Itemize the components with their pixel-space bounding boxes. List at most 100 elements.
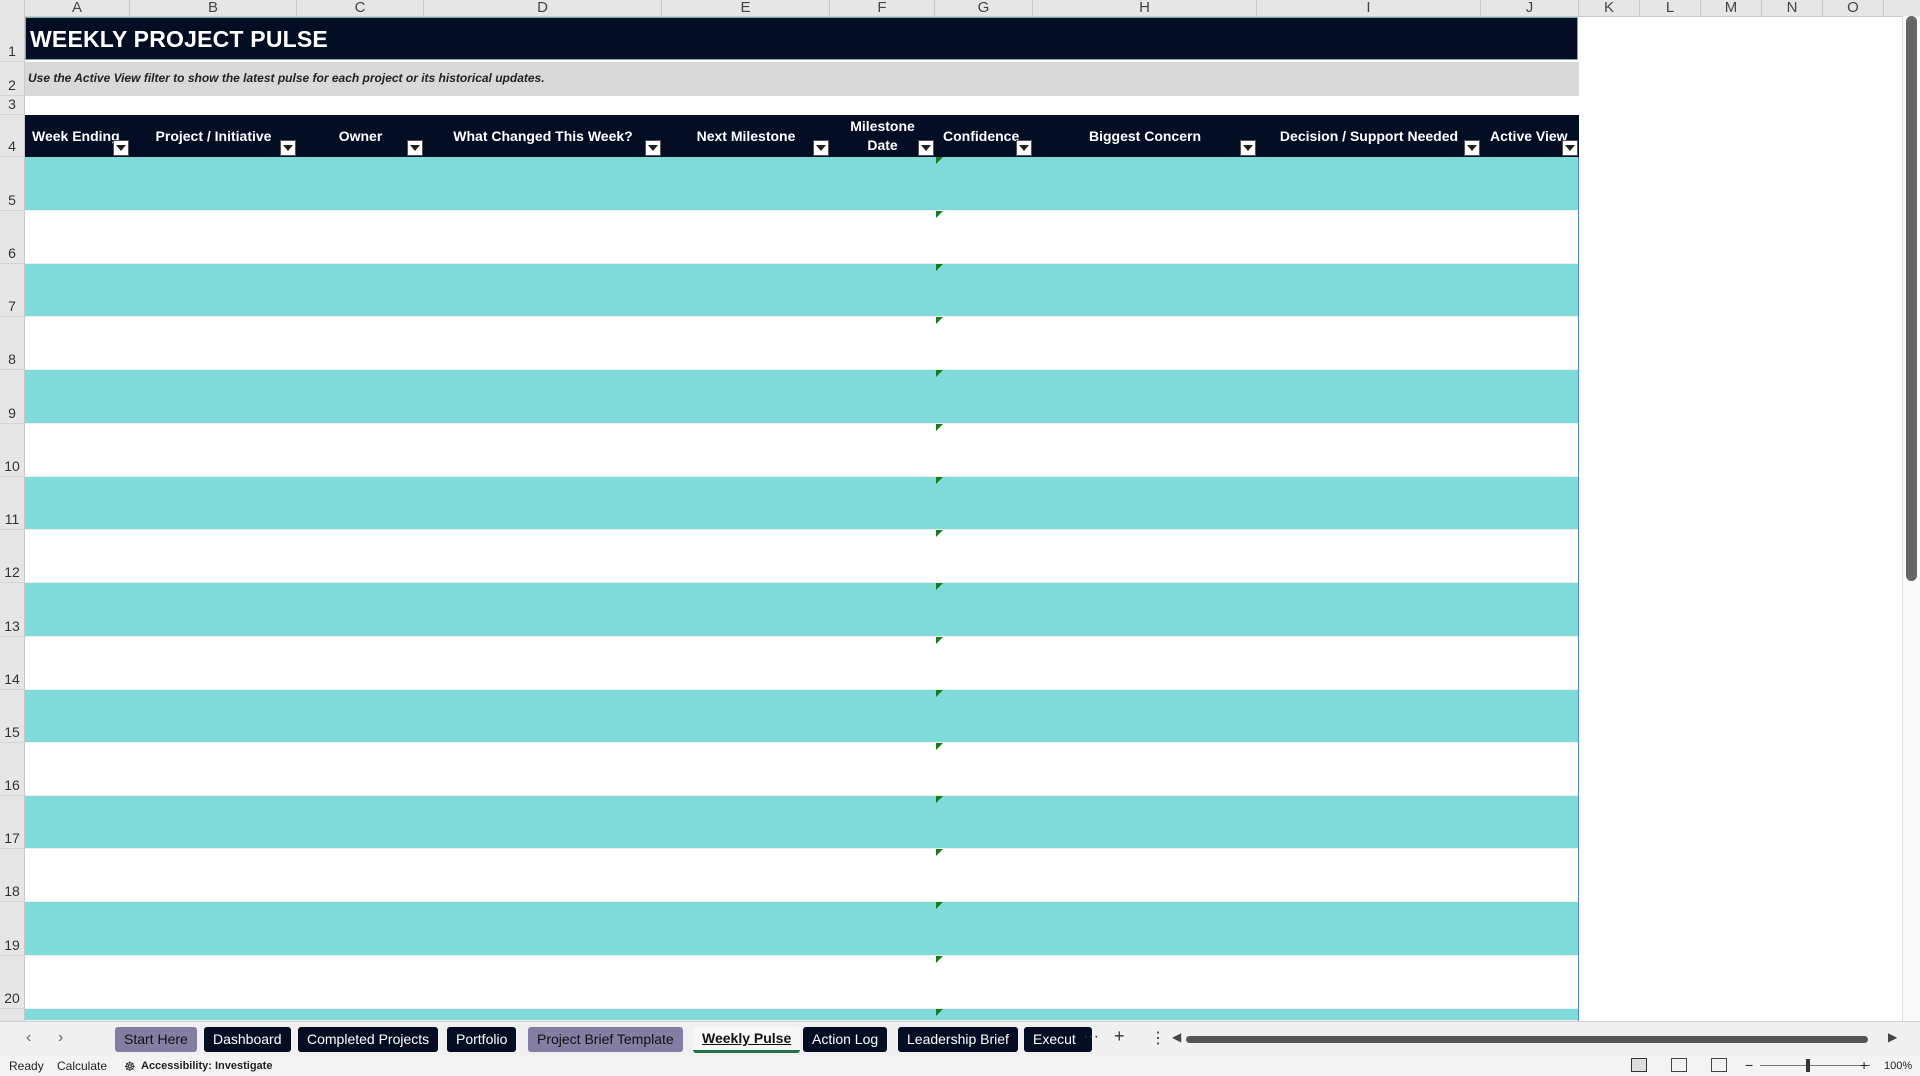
table-row[interactable] (25, 264, 1579, 317)
filter-dropdown-icon[interactable] (280, 140, 296, 156)
next-sheet-icon[interactable]: › (58, 1029, 63, 1047)
table-row[interactable] (25, 424, 1579, 477)
filter-dropdown-icon[interactable] (113, 140, 129, 156)
prev-sheet-icon[interactable]: ‹ (26, 1029, 31, 1047)
row-header-6[interactable]: 6 (0, 211, 24, 264)
table-row[interactable] (25, 849, 1579, 902)
table-row[interactable] (25, 743, 1579, 796)
column-header-k[interactable]: K (1579, 0, 1640, 16)
tab-leadership-brief[interactable]: Leadership Brief (898, 1027, 1018, 1052)
row-header-9[interactable]: 9 (0, 370, 24, 424)
table-row[interactable] (25, 157, 1579, 211)
table-row[interactable] (25, 1009, 1579, 1021)
tab-execut[interactable]: Execut (1024, 1027, 1092, 1052)
table-row[interactable] (25, 477, 1579, 530)
row-header-8[interactable]: 8 (0, 317, 24, 370)
tab-weekly-pulse[interactable]: Weekly Pulse (693, 1027, 801, 1053)
column-header-d[interactable]: D (424, 0, 662, 16)
vertical-scroll-thumb[interactable] (1906, 16, 1917, 581)
row-header-18[interactable]: 18 (0, 849, 24, 902)
header-owner[interactable]: Owner (297, 115, 424, 157)
row-header-20[interactable]: 20 (0, 956, 24, 1009)
row-header-10[interactable]: 10 (0, 424, 24, 477)
row-header-17[interactable]: 17 (0, 796, 24, 849)
tab-project-brief-template[interactable]: Project Brief Template (528, 1027, 683, 1052)
table-row[interactable] (25, 690, 1579, 743)
column-header-h[interactable]: H (1033, 0, 1257, 16)
filter-dropdown-icon[interactable] (1016, 140, 1032, 156)
filter-dropdown-icon[interactable] (645, 140, 661, 156)
header-milestone-date[interactable]: Milestone Date (830, 115, 935, 157)
table-row[interactable] (25, 956, 1579, 1009)
sheet-options-icon[interactable]: ⋮ (1150, 1028, 1166, 1048)
row-header-15[interactable]: 15 (0, 690, 24, 743)
row-header-2[interactable]: 2 (0, 62, 24, 96)
row-header-19[interactable]: 19 (0, 902, 24, 956)
column-header-l[interactable]: L (1640, 0, 1701, 16)
filter-dropdown-icon[interactable] (1562, 140, 1578, 156)
title-cell[interactable]: WEEKLY PROJECT PULSE (25, 17, 1578, 60)
tab-start-here[interactable]: Start Here (115, 1027, 197, 1052)
zoom-slider-thumb[interactable] (1806, 1059, 1810, 1072)
more-sheets-icon[interactable]: ··· (1083, 1028, 1099, 1046)
column-header-b[interactable]: B (130, 0, 297, 16)
table-row[interactable] (25, 583, 1579, 637)
row-header-11[interactable]: 11 (0, 477, 24, 530)
zoom-out-icon[interactable]: − (1745, 1057, 1753, 1073)
column-header-m[interactable]: M (1701, 0, 1762, 16)
header-what-changed[interactable]: What Changed This Week? (424, 115, 662, 157)
horizontal-scroll-thumb[interactable] (1186, 1036, 1868, 1043)
normal-view-icon[interactable] (1631, 1058, 1647, 1072)
row-header-4[interactable]: 4 (0, 115, 24, 157)
header-project[interactable]: Project / Initiative (130, 115, 297, 157)
header-week-ending[interactable]: Week Ending (25, 115, 130, 157)
status-calculate[interactable]: Calculate (57, 1059, 107, 1073)
row-header-16[interactable]: 16 (0, 743, 24, 796)
table-row[interactable] (25, 317, 1579, 370)
tab-action-log[interactable]: Action Log (803, 1027, 888, 1052)
add-sheet-icon[interactable]: + (1114, 1026, 1125, 1047)
filter-dropdown-icon[interactable] (407, 140, 423, 156)
tab-portfolio[interactable]: Portfolio (447, 1027, 517, 1052)
subtitle-cell[interactable]: Use the Active View filter to show the l… (25, 62, 1579, 96)
page-layout-view-icon[interactable] (1671, 1058, 1687, 1072)
table-row[interactable] (25, 796, 1579, 849)
header-next-milestone[interactable]: Next Milestone (662, 115, 830, 157)
table-row[interactable] (25, 637, 1579, 690)
row-header-1[interactable]: 1 (0, 16, 24, 62)
column-header-c[interactable]: C (297, 0, 424, 16)
page-break-view-icon[interactable] (1711, 1058, 1727, 1072)
table-row[interactable] (25, 211, 1579, 264)
table-row[interactable] (25, 902, 1579, 956)
tab-dashboard[interactable]: Dashboard (204, 1027, 291, 1052)
filter-dropdown-icon[interactable] (1464, 140, 1480, 156)
header-active-view[interactable]: Active View (1481, 115, 1579, 157)
column-header-i[interactable]: I (1257, 0, 1481, 16)
tab-completed-projects[interactable]: Completed Projects (298, 1027, 439, 1052)
header-biggest-concern[interactable]: Biggest Concern (1033, 115, 1257, 157)
scroll-left-icon[interactable]: ◀ (1172, 1030, 1181, 1044)
table-row[interactable] (25, 530, 1579, 583)
row-header-13[interactable]: 13 (0, 583, 24, 637)
zoom-slider[interactable] (1760, 1065, 1870, 1066)
column-header-f[interactable]: F (830, 0, 935, 16)
column-header-n[interactable]: N (1762, 0, 1823, 16)
row-header-5[interactable]: 5 (0, 157, 24, 211)
select-all-corner[interactable] (0, 0, 25, 16)
column-header-o[interactable]: O (1823, 0, 1884, 16)
header-decision-support[interactable]: Decision / Support Needed (1257, 115, 1481, 157)
row-header-14[interactable]: 14 (0, 637, 24, 690)
table-row[interactable] (25, 370, 1579, 424)
column-header-g[interactable]: G (935, 0, 1033, 16)
column-header-a[interactable]: A (25, 0, 130, 16)
row-header-3[interactable]: 3 (0, 96, 24, 115)
scroll-right-icon[interactable]: ▶ (1888, 1030, 1897, 1044)
zoom-level[interactable]: 100% (1884, 1060, 1912, 1072)
header-confidence[interactable]: Confidence (935, 115, 1033, 157)
vertical-scrollbar[interactable] (1902, 16, 1920, 1021)
column-header-e[interactable]: E (662, 0, 830, 16)
filter-dropdown-icon[interactable] (918, 140, 934, 156)
row-header-12[interactable]: 12 (0, 530, 24, 583)
column-header-j[interactable]: J (1481, 0, 1579, 16)
row-header-7[interactable]: 7 (0, 264, 24, 317)
